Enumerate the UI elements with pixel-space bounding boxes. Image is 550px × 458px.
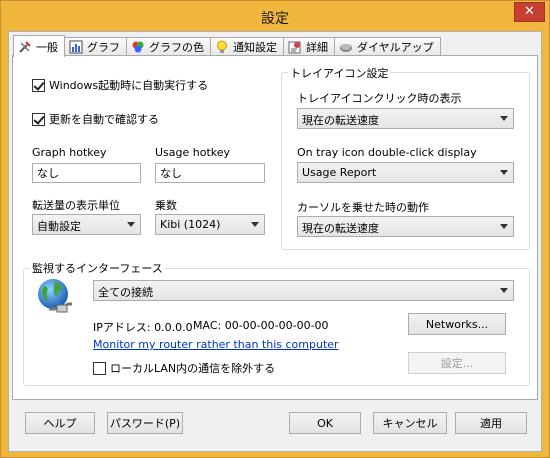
chevron-down-icon [251, 222, 259, 227]
interface-select[interactable]: 全ての接続 [93, 280, 514, 301]
dialup-icon [340, 44, 352, 52]
tray-dblclick-value: Usage Report [302, 166, 377, 179]
tray-hover-select[interactable]: 現在の転送速度 [297, 216, 514, 237]
details-icon [288, 41, 301, 54]
multiplier-select[interactable]: Kibi (1024) [155, 214, 265, 235]
mac-address-text: MAC: 00-00-00-00-00-00 [193, 319, 329, 332]
tab-label: ダイヤルアップ [357, 41, 434, 54]
chart-icon [69, 40, 83, 54]
multiplier-value: Kibi (1024) [160, 218, 221, 231]
networks-button[interactable]: Networks... [408, 313, 506, 335]
interface-group-label: 監視するインターフェース [30, 260, 165, 276]
multiplier-label: 乗数 [155, 199, 177, 212]
autoupdate-label: 更新を自動で確認する [49, 113, 159, 126]
tab-general[interactable]: 一般 [13, 35, 65, 57]
tray-hover-value: 現在の転送速度 [302, 222, 379, 235]
exclude-lan-option[interactable]: ローカルLAN内の通信を除外する [93, 360, 275, 376]
tray-dblclick-select[interactable]: Usage Report [297, 162, 514, 183]
graph-hotkey-input[interactable] [32, 163, 141, 183]
tab-notifications[interactable]: 通知設定 [210, 37, 284, 56]
tab-label: グラフの色 [149, 41, 204, 54]
usage-hotkey-label: Usage hotkey [155, 146, 231, 159]
interface-value: 全ての接続 [98, 286, 153, 299]
autostart-label: Windows起動時に自動実行する [49, 79, 209, 92]
usage-hotkey-input[interactable] [155, 163, 265, 183]
network-globe-icon [38, 279, 72, 313]
exclude-lan-checkbox[interactable] [93, 361, 106, 375]
tab-dialup[interactable]: ダイヤルアップ [334, 37, 441, 56]
tab-label: 通知設定 [233, 41, 277, 54]
monitor-router-link[interactable]: Monitor my router rather than this compu… [93, 338, 339, 351]
tab-label: グラフ [87, 41, 120, 54]
tab-graph[interactable]: グラフ [64, 37, 127, 56]
dialog-client: 一般 グラフ グラフの色 通知設定 詳細 ダイヤルアップ Windows起動時に… [8, 31, 542, 452]
password-button[interactable]: パスワード(P) [107, 412, 183, 434]
general-tab-panel: Windows起動時に自動実行する 更新を自動で確認する Graph hotke… [12, 55, 538, 400]
autoupdate-option[interactable]: 更新を自動で確認する [32, 111, 159, 127]
settings-window: 設定 ✕ 一般 グラフ グラフの色 通知設定 詳細 ダイヤルアップ Window… [0, 0, 550, 458]
autostart-checkbox[interactable] [32, 78, 45, 92]
autostart-option[interactable]: Windows起動時に自動実行する [32, 77, 208, 93]
unit-value: 自動設定 [37, 220, 81, 233]
tray-click-label: トレイアイコンクリック時の表示 [297, 92, 462, 105]
chevron-down-icon [500, 224, 508, 229]
tab-strip: 一般 グラフ グラフの色 通知設定 詳細 ダイヤルアップ [13, 35, 441, 57]
chevron-down-icon [127, 222, 135, 227]
title-bar[interactable]: 設定 ✕ [1, 1, 549, 31]
chevron-down-icon [500, 288, 508, 293]
tab-details[interactable]: 詳細 [283, 37, 335, 56]
tray-group-label: トレイアイコン設定 [288, 65, 391, 81]
autoupdate-checkbox[interactable] [32, 112, 45, 126]
close-button[interactable]: ✕ [514, 2, 545, 22]
window-title: 設定 [261, 11, 289, 27]
tools-icon [19, 40, 31, 53]
tab-label: 一般 [36, 40, 58, 54]
tray-click-select[interactable]: 現在の転送速度 [297, 108, 514, 129]
unit-select[interactable]: 自動設定 [32, 214, 141, 235]
cancel-button[interactable]: キャンセル [373, 412, 447, 434]
ip-address-text: IPアドレス: 0.0.0.0 [93, 321, 193, 334]
graph-hotkey-label: Graph hotkey [32, 146, 107, 159]
tray-hover-label: カーソルを乗せた時の動作 [297, 201, 429, 214]
tab-label: 詳細 [306, 41, 328, 54]
exclude-lan-label: ローカルLAN内の通信を除外する [110, 362, 276, 375]
interface-settings-button[interactable]: 設定... [408, 352, 506, 374]
apply-button[interactable]: 適用 [455, 412, 527, 434]
help-button[interactable]: ヘルプ [25, 412, 95, 434]
chevron-down-icon [500, 116, 508, 121]
tray-dblclick-label: On tray icon double-click display [297, 146, 477, 159]
unit-label: 転送量の表示単位 [32, 199, 120, 212]
palette-icon [132, 41, 144, 53]
tray-click-value: 現在の転送速度 [302, 114, 379, 127]
bulb-icon [217, 40, 227, 53]
tab-graph-colors[interactable]: グラフの色 [126, 37, 211, 56]
chevron-down-icon [500, 170, 508, 175]
ok-button[interactable]: OK [289, 412, 361, 434]
